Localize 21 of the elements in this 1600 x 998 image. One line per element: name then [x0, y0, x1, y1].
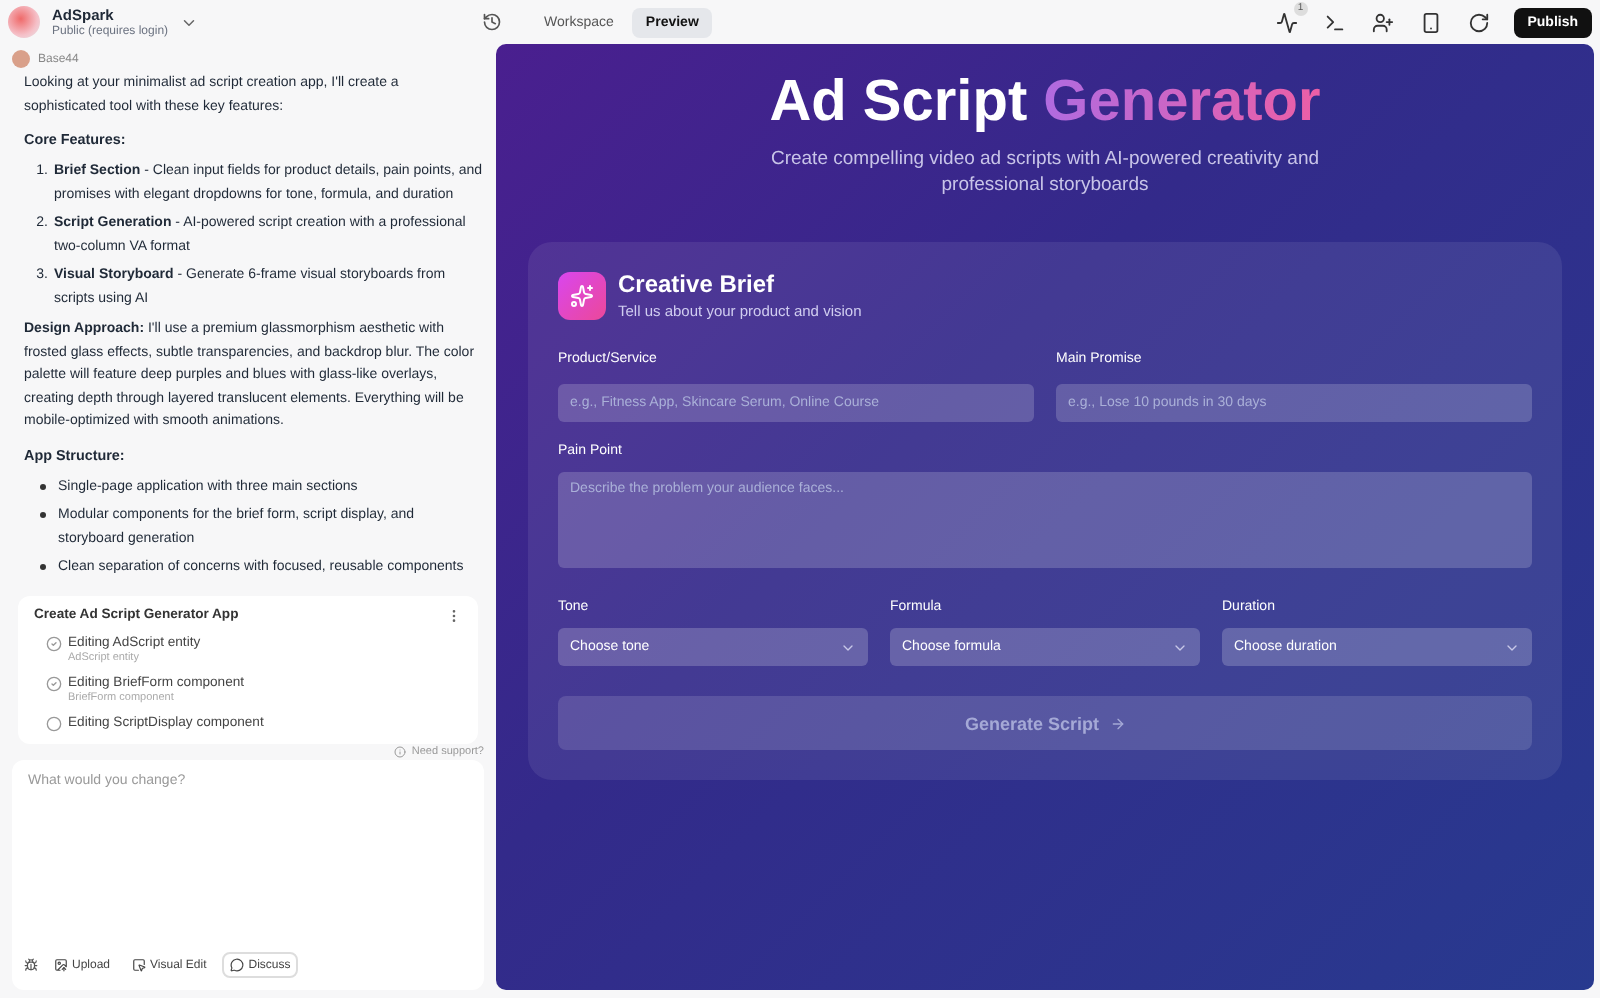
visual-icon	[132, 958, 147, 972]
add-user-icon[interactable]	[1371, 11, 1394, 33]
upload-icon	[54, 958, 68, 972]
terminal-icon[interactable]	[1323, 11, 1346, 33]
discuss-icon	[230, 958, 245, 972]
bug-icon[interactable]	[24, 958, 38, 972]
sparkles-icon	[558, 271, 606, 319]
history-icon[interactable]	[482, 12, 503, 32]
bullet-icon	[40, 483, 46, 489]
page-title: Ad Script Generator	[769, 70, 1321, 136]
arrow-right-icon	[1109, 715, 1126, 731]
phone-icon[interactable]	[1419, 11, 1442, 33]
bullet-icon	[40, 512, 46, 518]
page-subtitle: Create compelling video ad scripts with AI-powered creativity and professional storyboards	[768, 146, 1322, 198]
info-icon	[393, 745, 406, 757]
refresh-icon[interactable]	[1467, 11, 1490, 33]
project-logo-icon	[8, 6, 40, 38]
card-title: Creative Brief	[618, 270, 777, 298]
avatar-icon	[12, 50, 30, 68]
bullet-icon	[40, 564, 46, 570]
activity-icon[interactable]	[1275, 11, 1298, 33]
